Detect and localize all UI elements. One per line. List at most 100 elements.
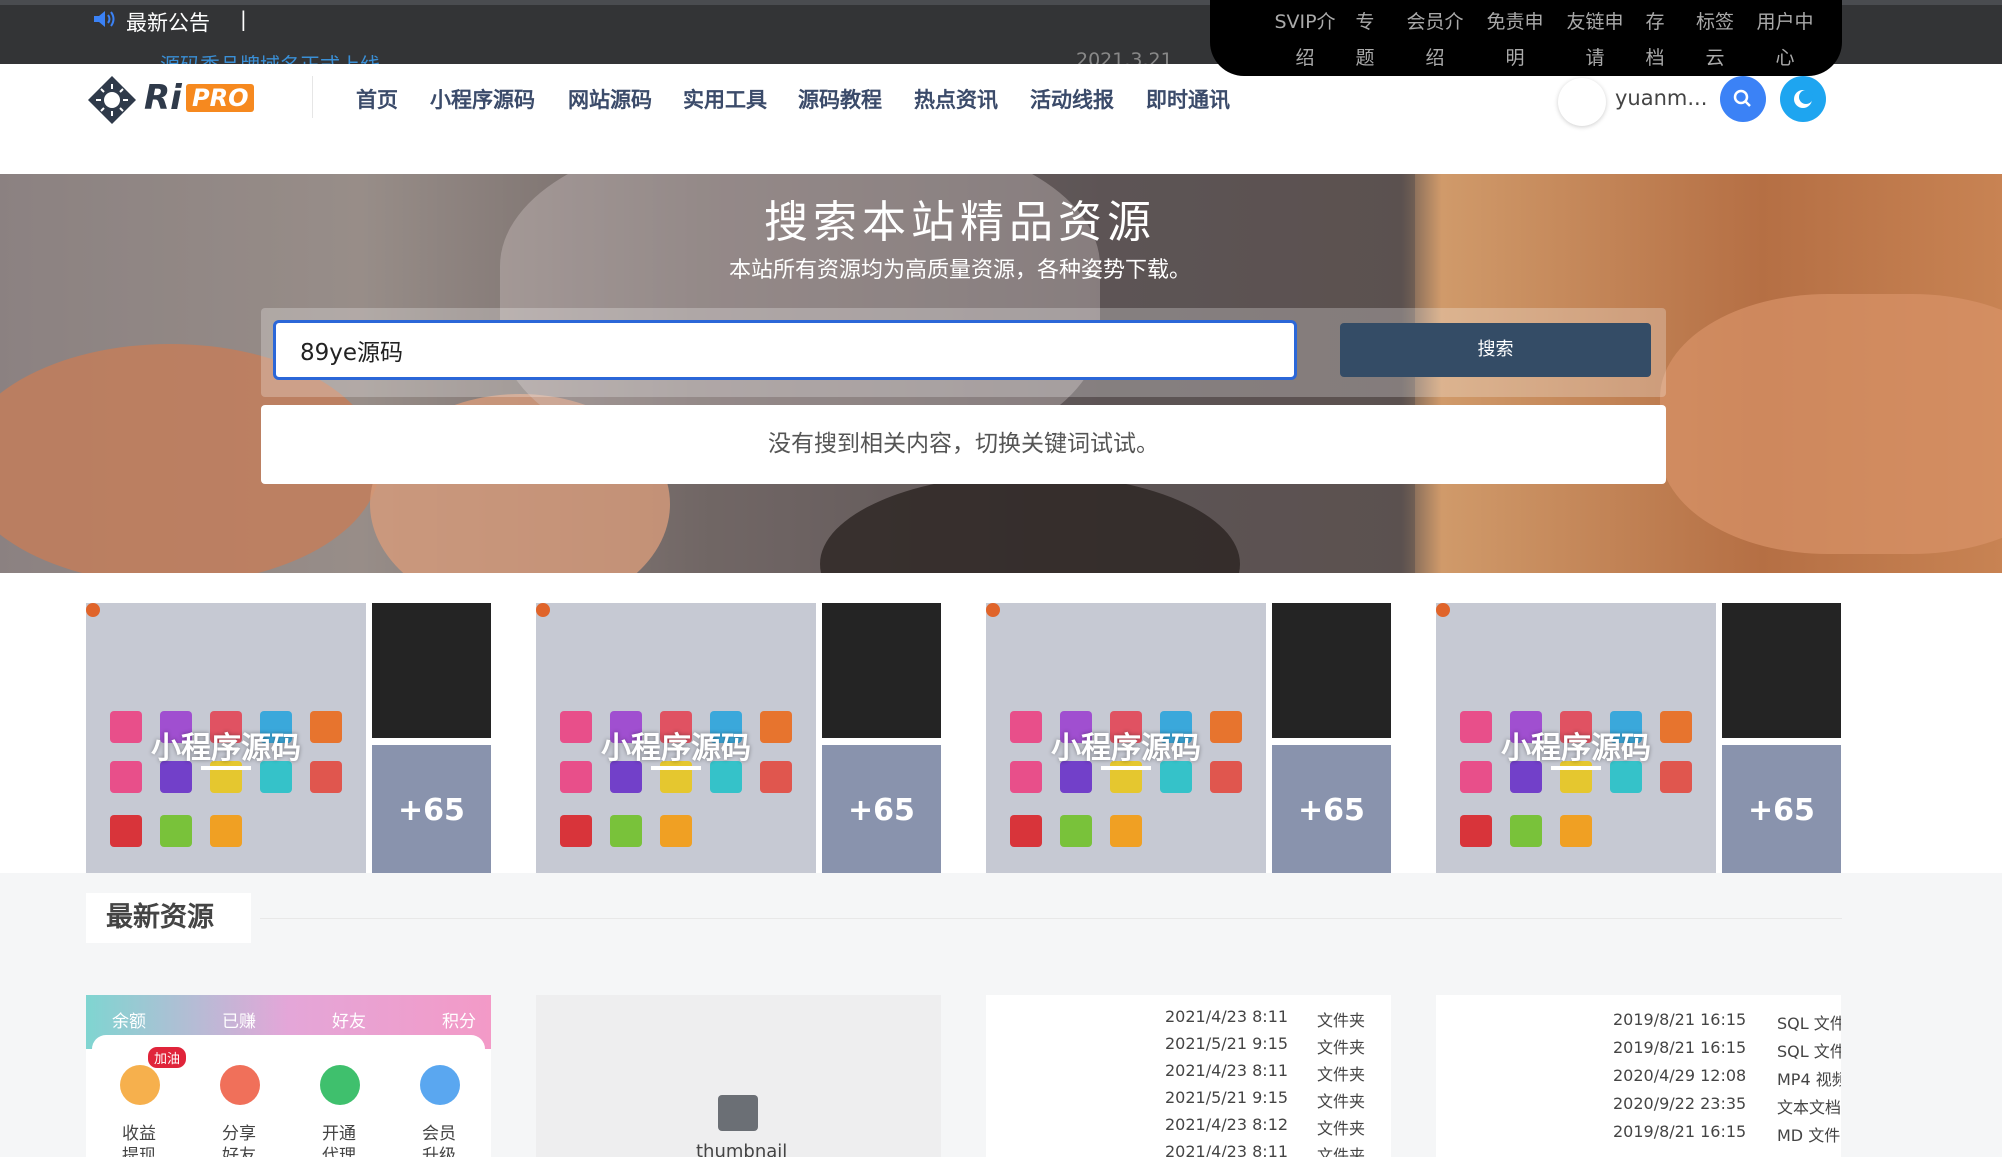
file-date: 2021/4/23 8:11 [1165, 1142, 1289, 1157]
top-menu: SVIP介绍 专题 会员介绍 免责申明 友链申请 存档 标签云 用户中心 [1210, 0, 1842, 76]
thumbnail-label: thumbnail [696, 1141, 788, 1157]
tab-label: 已赚 [222, 1012, 256, 1032]
category-card-image: 小程序源码 [1436, 603, 1716, 873]
category-count: +65 [1748, 793, 1815, 828]
resource-card[interactable]: thumbnail [536, 995, 941, 1157]
tab-label: 余额 [112, 1012, 146, 1032]
category-side-image [1272, 603, 1391, 738]
hero-subtitle: 本站所有资源均为高质量资源，各种姿势下载。 [728, 258, 1191, 283]
file-date: 2020/4/29 12:08 [1613, 1066, 1747, 1085]
nav-activity[interactable]: 活动线报 [1030, 84, 1114, 114]
site-logo[interactable]: Ri PRO [86, 74, 256, 126]
category-count: +65 [1298, 793, 1365, 828]
category-label: 小程序源码 [151, 731, 301, 766]
file-type: 文本文档 [1777, 1098, 1841, 1117]
category-side-image [1722, 603, 1841, 738]
file-type: 文件夹 [1317, 1146, 1366, 1157]
category-side-image [372, 603, 491, 738]
section-divider [260, 918, 1842, 919]
header-divider [312, 76, 313, 118]
tab-label: 积分 [442, 1012, 476, 1032]
file-date: 2019/8/21 16:15 [1613, 1010, 1747, 1029]
category-count: +65 [848, 793, 915, 828]
search-form: 搜索 [261, 308, 1666, 397]
item-label: 代理 [322, 1146, 356, 1157]
file-date: 2021/5/21 9:15 [1165, 1034, 1289, 1053]
corner-dot [986, 603, 1000, 617]
gift-icon [220, 1065, 260, 1105]
category-card[interactable]: 小程序源码 +65 [536, 603, 941, 873]
category-label: 小程序源码 [1051, 731, 1201, 766]
nav-tools[interactable]: 实用工具 [683, 84, 767, 114]
resource-card[interactable]: 2021/4/23 8:11 文件夹 2021/5/21 9:15 文件夹 20… [986, 995, 1391, 1157]
header-search-button[interactable] [1720, 76, 1766, 122]
site-header: Ri PRO 首页 小程序源码 网站源码 实用工具 源码教程 热点资讯 活动线报… [0, 64, 2002, 174]
hero-title: 搜索本站精品资源 [764, 197, 1156, 248]
category-side-image [822, 603, 941, 738]
file-date: 2020/9/22 23:35 [1613, 1094, 1747, 1113]
nav-hot-news[interactable]: 热点资讯 [914, 84, 998, 114]
category-card-image: 小程序源码 [536, 603, 816, 873]
diamond-icon [420, 1065, 460, 1105]
file-date: 2021/4/23 8:11 [1165, 1061, 1289, 1080]
category-card[interactable]: 小程序源码 +65 [86, 603, 491, 873]
resource-card[interactable]: 2019/8/21 16:15 SQL 文件 2019/8/21 16:15 S… [1436, 995, 1841, 1157]
top-menu-tag-cloud[interactable]: 标签云 [1690, 4, 1740, 76]
category-underline [1101, 766, 1151, 770]
file-date: 2021/5/21 9:15 [1165, 1088, 1289, 1107]
notice-separator: | [240, 7, 247, 31]
wallet-icon [120, 1065, 160, 1105]
file-type: 文件夹 [1317, 1119, 1366, 1138]
top-menu-friend-link[interactable]: 友链申请 [1560, 4, 1630, 76]
search-input[interactable] [273, 320, 1297, 380]
corner-dot [536, 603, 550, 617]
top-menu-disclaimer[interactable]: 免责申明 [1480, 4, 1550, 76]
hero-banner: 搜索本站精品资源 本站所有资源均为高质量资源，各种姿势下载。 搜索 没有搜到相关… [0, 174, 2002, 573]
top-menu-vip-intro[interactable]: 会员介绍 [1400, 4, 1470, 76]
theme-toggle-icon [1794, 90, 1813, 108]
nav-miniprogram-source[interactable]: 小程序源码 [430, 84, 535, 114]
file-date: 2019/8/21 16:15 [1613, 1038, 1747, 1057]
top-menu-archive[interactable]: 存档 [1640, 4, 1670, 76]
theme-toggle-button[interactable] [1780, 76, 1826, 122]
file-type: SQL 文件 [1777, 1042, 1841, 1061]
category-card[interactable]: 小程序源码 +65 [986, 603, 1391, 873]
category-card-image: 小程序源码 [986, 603, 1266, 873]
notice-title: 最新公告 [126, 11, 210, 35]
check-shield-icon [320, 1065, 360, 1105]
category-underline [1551, 766, 1601, 770]
tab-label: 好友 [332, 1012, 366, 1032]
top-menu-user-center[interactable]: 用户中心 [1750, 4, 1820, 76]
file-date: 2021/4/23 8:11 [1165, 1007, 1289, 1026]
category-underline [201, 766, 251, 770]
category-underline [651, 766, 701, 770]
file-type: SQL 文件 [1777, 1014, 1841, 1033]
hero-bg-shape [820, 474, 1240, 573]
item-label: 好友 [222, 1146, 256, 1157]
nav-im[interactable]: 即时通讯 [1146, 84, 1230, 114]
badge: 加油 [148, 1047, 187, 1068]
file-type: 文件夹 [1317, 1038, 1366, 1057]
nav-website-source[interactable]: 网站源码 [568, 84, 652, 114]
nav-home[interactable]: 首页 [356, 84, 398, 114]
resource-card[interactable]: 余额 已赚 好友 积分 加油 收益 分享 开通 会员 提现 好友 代理 升级 [86, 995, 491, 1157]
username[interactable]: yuanm... [1615, 86, 1707, 110]
category-card[interactable]: 小程序源码 +65 [1436, 603, 1841, 873]
speaker-icon [94, 11, 115, 27]
category-label: 小程序源码 [601, 731, 751, 766]
file-type: 文件夹 [1317, 1011, 1366, 1030]
hero-bg-shape [1660, 294, 2002, 554]
category-count: +65 [398, 793, 465, 828]
category-label: 小程序源码 [1501, 731, 1651, 766]
nav-tutorials[interactable]: 源码教程 [798, 84, 882, 114]
top-menu-topics[interactable]: 专题 [1350, 4, 1380, 76]
file-date: 2021/4/23 8:12 [1165, 1115, 1289, 1134]
user-avatar[interactable] [1558, 78, 1606, 126]
top-menu-svip[interactable]: SVIP介绍 [1270, 4, 1340, 76]
latest-section-title: 最新资源 [86, 893, 251, 943]
category-cards: 小程序源码 +65 小程序源码 +65 小程序源码 +65 小程序源码 +65 [0, 573, 2002, 873]
search-submit-button[interactable]: 搜索 [1340, 323, 1651, 377]
file-type: 文件夹 [1317, 1092, 1366, 1111]
corner-dot [86, 603, 100, 617]
file-type: MP4 视频 [1777, 1070, 1841, 1089]
